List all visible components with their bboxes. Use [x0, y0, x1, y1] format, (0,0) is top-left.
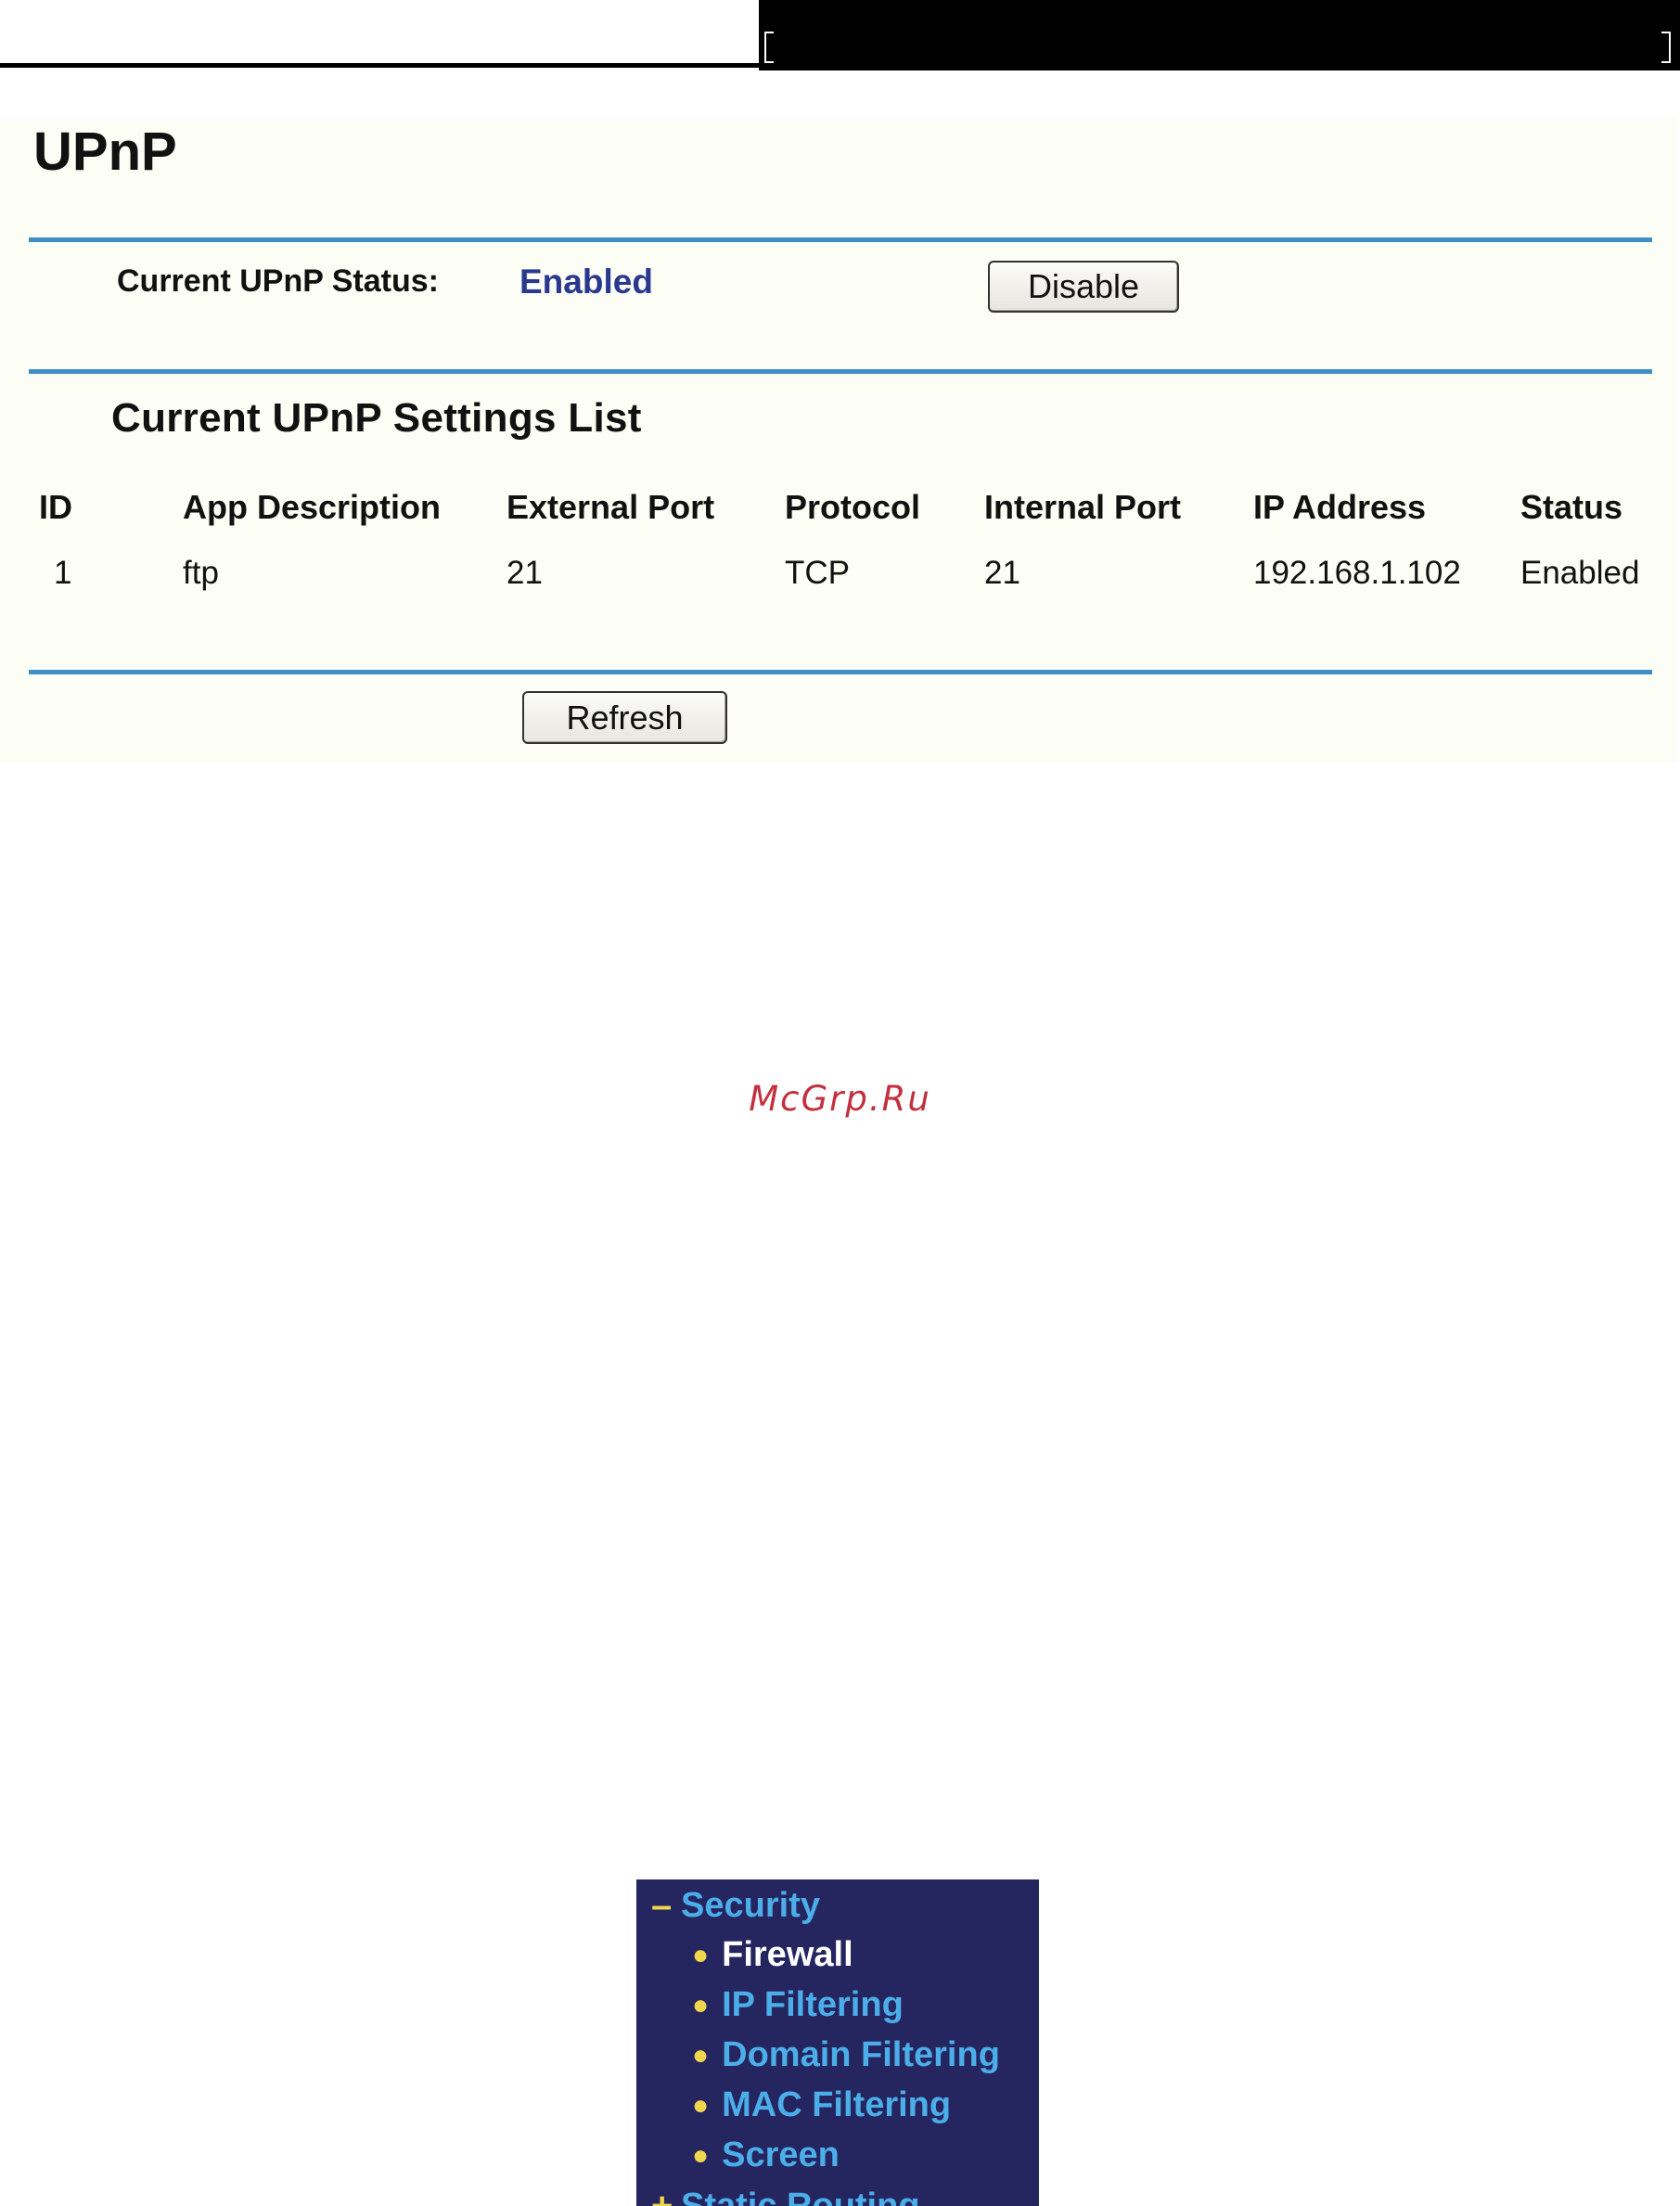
menu-section-static-routing[interactable]: + Static Routing: [651, 2186, 920, 2206]
minus-icon: –: [651, 1885, 673, 1926]
bullet-icon: ●: [692, 1989, 710, 2020]
security-menu: – Security ● Firewall ● IP Filtering ● D…: [636, 1879, 1039, 2206]
plus-icon: +: [651, 2186, 673, 2206]
refresh-button[interactable]: Refresh: [522, 691, 727, 744]
menu-section-label: Static Routing: [681, 2187, 920, 2206]
header-bar: [759, 0, 1680, 71]
bullet-icon: ●: [692, 1939, 710, 1970]
col-header-external-port: External Port: [507, 488, 715, 526]
cell-protocol: TCP: [785, 555, 850, 591]
menu-item-label: Screen: [722, 2135, 840, 2174]
menu-item-label: IP Filtering: [722, 1985, 904, 2024]
cell-internal-port: 21: [984, 555, 1020, 591]
col-header-app-description: App Description: [183, 488, 442, 526]
cell-external-port: 21: [507, 555, 543, 591]
col-header-protocol: Protocol: [785, 488, 921, 526]
bullet-icon: ●: [692, 2039, 710, 2071]
divider: [29, 237, 1652, 242]
status-label: Current UPnP Status:: [117, 263, 439, 299]
settings-list-title: Current UPnP Settings List: [111, 395, 642, 441]
menu-item-firewall[interactable]: ● Firewall: [692, 1935, 853, 1975]
bullet-icon: ●: [692, 2139, 710, 2171]
cell-ip-address: 192.168.1.102: [1253, 555, 1461, 591]
menu-item-label: MAC Filtering: [722, 2085, 952, 2124]
col-header-status: Status: [1520, 488, 1623, 526]
col-header-id: ID: [39, 488, 72, 526]
col-header-ip-address: IP Address: [1253, 488, 1427, 526]
menu-item-ip-filtering[interactable]: ● IP Filtering: [692, 1985, 904, 2025]
page-title: UPnP: [33, 122, 177, 182]
disable-button[interactable]: Disable: [988, 261, 1179, 313]
cell-app-description: ftp: [183, 555, 219, 591]
menu-item-label: Firewall: [722, 1935, 853, 1974]
col-header-internal-port: Internal Port: [984, 488, 1182, 526]
divider: [29, 369, 1652, 374]
bracket-left-icon: [764, 32, 774, 63]
cell-status: Enabled: [1520, 555, 1640, 591]
menu-section-security[interactable]: – Security: [651, 1885, 820, 1927]
divider: [29, 670, 1652, 674]
menu-item-domain-filtering[interactable]: ● Domain Filtering: [692, 2035, 1000, 2075]
bracket-right-icon: [1661, 32, 1671, 63]
bullet-icon: ●: [692, 2089, 710, 2121]
status-value: Enabled: [519, 263, 653, 301]
header-rule: [0, 63, 759, 68]
menu-item-mac-filtering[interactable]: ● MAC Filtering: [692, 2085, 951, 2125]
menu-item-label: Domain Filtering: [722, 2035, 1000, 2074]
watermark: McGrp.Ru: [749, 1079, 931, 1119]
cell-id: 1: [54, 555, 72, 591]
menu-item-screen[interactable]: ● Screen: [692, 2135, 840, 2175]
upnp-panel: UPnP Current UPnP Status: Enabled Disabl…: [0, 119, 1677, 763]
menu-section-label: Security: [681, 1886, 820, 1925]
